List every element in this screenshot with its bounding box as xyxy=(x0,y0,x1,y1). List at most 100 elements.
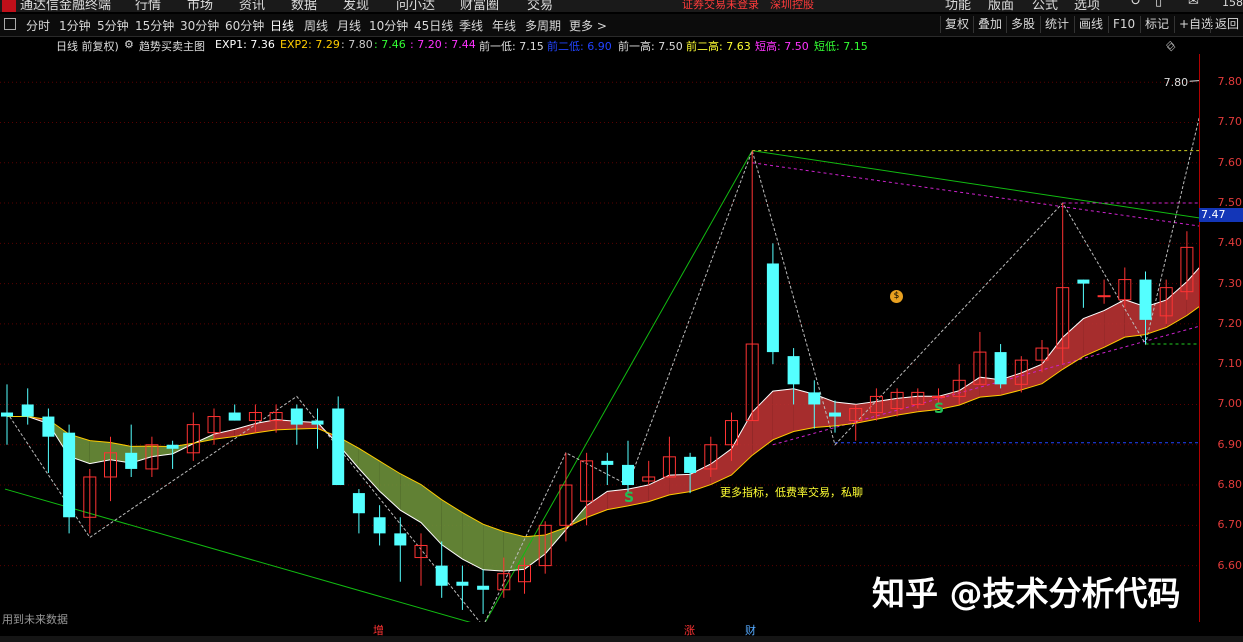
trend-band-segment xyxy=(648,475,670,502)
refresh-icon[interactable]: ↻ xyxy=(1130,0,1141,9)
statistics-button[interactable]: 统计 xyxy=(1040,16,1073,33)
candle-body-down xyxy=(601,460,614,465)
indicator-legend: 日线 前复权) ⚙ 趋势买卖主图 EXP1: 7.36 EXP2: 7.29 :… xyxy=(0,37,1200,53)
low-price-label: 6.45 xyxy=(493,620,517,622)
candle-body-down xyxy=(766,263,779,353)
period-tab-45day[interactable]: 45日线 xyxy=(414,17,453,34)
current-price-tag: 7.47 xyxy=(1199,208,1243,223)
menu-item-function[interactable]: 功能 xyxy=(945,0,971,12)
menu-item-trade[interactable]: 交易 xyxy=(527,0,553,12)
legend-period: 日线 前复权) xyxy=(56,40,119,53)
back-button[interactable]: 返回 xyxy=(1210,16,1243,33)
candle-body-down xyxy=(228,412,241,421)
candle-body-up xyxy=(1097,295,1111,298)
price-tick-label: 6.60 xyxy=(1217,558,1243,572)
sell-signal-mark: S xyxy=(624,490,635,506)
legend-value-3: : 7.80 xyxy=(341,38,373,51)
candle-body-down xyxy=(435,565,448,586)
candle-body-down xyxy=(808,392,821,405)
period-tab-multi[interactable]: 多周期 xyxy=(525,17,561,34)
legend-pre-low-1: 前一低: 7.15 xyxy=(479,40,544,53)
window-toggle-icon[interactable] xyxy=(4,18,16,30)
period-tab-day[interactable]: 日线 xyxy=(270,17,294,34)
menu-item-ask[interactable]: 问小达 xyxy=(396,0,435,12)
legend-indicator-name[interactable]: 趋势买卖主图 xyxy=(139,38,205,54)
period-tab-10min[interactable]: 10分钟 xyxy=(369,17,408,34)
period-tab-60min[interactable]: 60分钟 xyxy=(225,17,264,34)
candle-body-down xyxy=(332,408,345,486)
adjust-button[interactable]: 复权 xyxy=(940,16,973,33)
price-tick-label: 6.70 xyxy=(1217,518,1243,532)
menu-item-wealth[interactable]: 财富圈 xyxy=(460,0,499,12)
menu-item-options[interactable]: 选项 xyxy=(1074,0,1100,12)
period-tab-week[interactable]: 周线 xyxy=(304,17,328,34)
candle-body-down xyxy=(477,585,490,590)
menu-item-news[interactable]: 资讯 xyxy=(239,0,265,12)
menu-item-discover[interactable]: 发现 xyxy=(343,0,369,12)
legend-value-5: : 7.20 xyxy=(410,38,442,51)
candle-body-down xyxy=(1139,279,1152,320)
trend-band-segment xyxy=(441,499,463,560)
app-logo-icon xyxy=(2,0,16,12)
legend-pre-high-2: 前二高: 7.63 xyxy=(686,40,751,53)
period-tab-1min[interactable]: 1分钟 xyxy=(59,17,91,34)
app-title: 通达信金融终端 xyxy=(20,0,112,12)
trend-band-segment xyxy=(421,484,442,545)
multi-stock-button[interactable]: 多股 xyxy=(1006,16,1039,33)
price-tick-label: 7.70 xyxy=(1217,115,1243,129)
upper-channel xyxy=(752,162,1199,227)
period-tab-30min[interactable]: 30分钟 xyxy=(180,17,219,34)
price-tick-label: 7.80 xyxy=(1217,75,1243,89)
high-label-arrow xyxy=(1189,80,1199,82)
period-tab-timeshare[interactable]: 分时 xyxy=(26,17,50,34)
candle-body-down xyxy=(21,404,34,417)
price-tick-label: 7.50 xyxy=(1217,196,1243,210)
period-tab-5min[interactable]: 5分钟 xyxy=(97,17,129,34)
candle-body-down xyxy=(1077,279,1090,284)
menu-item-layout[interactable]: 版面 xyxy=(988,0,1014,12)
candle-body-down xyxy=(994,352,1007,385)
legend-exp2: EXP2: 7.29 xyxy=(280,38,340,51)
trend-band-segment xyxy=(1166,281,1187,328)
period-tab-month[interactable]: 月线 xyxy=(337,17,361,34)
candle-body-down xyxy=(63,432,76,518)
legend-pre-high-1: 前一高: 7.50 xyxy=(618,40,683,53)
candlestick-chart[interactable]: 7.80 6.45 xyxy=(0,54,1199,622)
trend-band-segment xyxy=(1062,318,1084,370)
price-tick-label: 7.00 xyxy=(1217,397,1243,411)
price-tick-label: 7.20 xyxy=(1217,316,1243,330)
trend-band-segment xyxy=(752,391,773,456)
chart-options-icon[interactable]: ◇ xyxy=(1167,40,1175,53)
menu-item-data[interactable]: 数据 xyxy=(291,0,317,12)
candle-body-down xyxy=(373,517,386,534)
period-tab-more[interactable]: 更多 > xyxy=(569,17,607,34)
indicator-settings-icon[interactable]: ⚙ xyxy=(124,38,134,51)
f10-button[interactable]: F10 xyxy=(1108,16,1139,33)
menu-item-quotes[interactable]: 行情 xyxy=(135,0,161,12)
legend-pre-low-2: 前二低: 6.90 xyxy=(547,40,612,53)
candle-body-down xyxy=(622,464,634,486)
price-tick-label: 7.30 xyxy=(1217,276,1243,290)
mail-icon[interactable]: ✉ xyxy=(1188,0,1199,9)
period-tab-quarter[interactable]: 季线 xyxy=(459,17,483,34)
mark-button[interactable]: 标记 xyxy=(1140,16,1173,33)
candle-body-down xyxy=(311,420,324,425)
resistance-trend-line xyxy=(752,150,1199,219)
sell-signal-mark: S xyxy=(934,401,945,417)
period-tab-15min[interactable]: 15分钟 xyxy=(135,17,174,34)
period-tab-year[interactable]: 年线 xyxy=(492,17,516,34)
price-tick-label: 7.60 xyxy=(1217,155,1243,169)
candle-body-down xyxy=(684,456,697,473)
menu-item-market[interactable]: 市场 xyxy=(187,0,213,12)
legend-short-high: 短高: 7.50 xyxy=(755,40,809,53)
trend-band-segment xyxy=(710,448,732,485)
candle-body-down xyxy=(166,444,179,449)
price-tick-label: 6.90 xyxy=(1217,437,1243,451)
overlay-button[interactable]: 叠加 xyxy=(973,16,1006,33)
draw-line-button[interactable]: 画线 xyxy=(1074,16,1107,33)
trade-login-warning[interactable]: 证券交易未登录 xyxy=(682,0,759,12)
money-bag-icon[interactable]: $ xyxy=(890,290,903,303)
trend-band-segment xyxy=(400,473,421,523)
menu-item-formula[interactable]: 公式 xyxy=(1032,0,1058,12)
save-icon[interactable]: ▯ xyxy=(1155,0,1162,9)
